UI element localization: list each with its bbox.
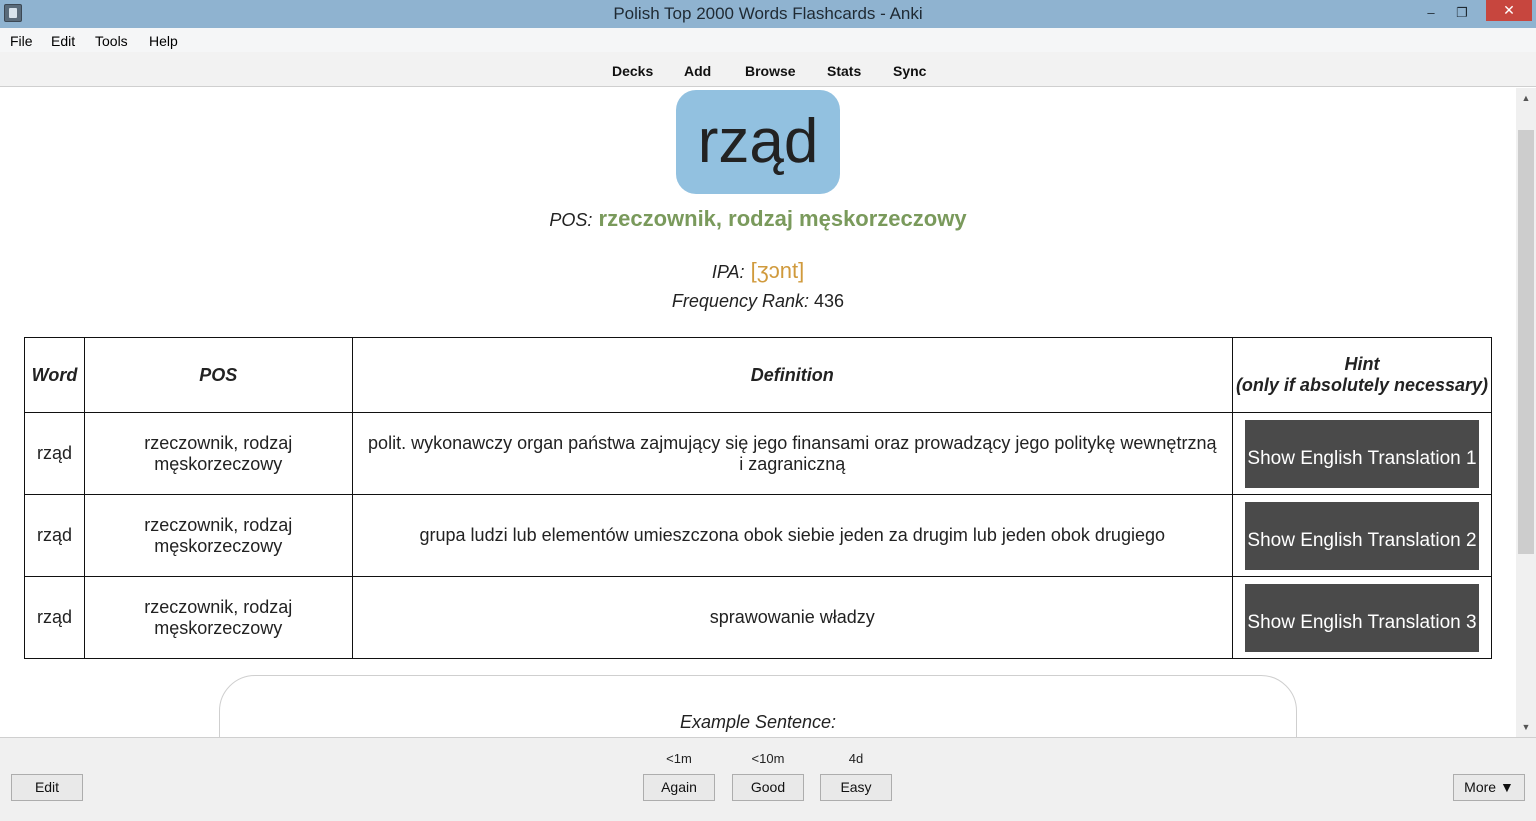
row-word: rząd	[23, 412, 86, 495]
toolbar-sync[interactable]: Sync	[893, 61, 926, 81]
header-definition: Definition	[351, 337, 1233, 413]
menu-bar: File Edit Tools Help	[0, 28, 1536, 52]
table-row: rząd rzeczownik, rodzaj męskorzeczowy gr…	[23, 494, 1493, 577]
header-pos: POS	[84, 337, 353, 413]
row-word: rząd	[23, 576, 86, 659]
menu-help[interactable]: Help	[147, 31, 180, 51]
row-hint-cell: Show English Translation 1	[1231, 412, 1493, 495]
row-pos: rzeczownik, rodzaj męskorzeczowy	[84, 494, 353, 577]
definitions-table: Word POS Definition Hint (only if absolu…	[23, 337, 1493, 659]
card-view: rząd POS: rzeczownik, rodzaj męskorzeczo…	[0, 88, 1516, 737]
maximize-button[interactable]: ❐	[1448, 0, 1476, 26]
menu-file[interactable]: File	[8, 31, 35, 51]
again-interval: <1m	[666, 751, 692, 766]
pos-label: POS:	[549, 210, 593, 230]
toolbar-stats[interactable]: Stats	[827, 61, 861, 81]
again-button[interactable]: Again	[643, 774, 715, 801]
title-bar[interactable]: Polish Top 2000 Words Flashcards - Anki …	[0, 0, 1536, 28]
scroll-thumb[interactable]	[1518, 130, 1534, 554]
row-hint-cell: Show English Translation 2	[1231, 494, 1493, 577]
ipa-value: [ʒɔnt]	[750, 258, 805, 283]
row-word: rząd	[23, 494, 86, 577]
anki-window: Polish Top 2000 Words Flashcards - Anki …	[0, 0, 1536, 821]
pos-line: POS: rzeczownik, rodzaj męskorzeczowy	[0, 206, 1516, 232]
row-hint-cell: Show English Translation 3	[1231, 576, 1493, 659]
table-header-row: Word POS Definition Hint (only if absolu…	[23, 337, 1493, 413]
header-hint-title: Hint	[1344, 354, 1380, 374]
card-word: rząd	[676, 90, 840, 194]
header-hint-note: (only if absolutely necessary)	[1235, 375, 1489, 395]
row-definition: polit. wykonawczy organ państwa zajmując…	[351, 412, 1233, 495]
ipa-line: IPA: [ʒɔnt]	[0, 258, 1516, 284]
show-translation-2-button[interactable]: Show English Translation 2	[1244, 501, 1479, 570]
table-row: rząd rzeczownik, rodzaj męskorzeczowy po…	[23, 412, 1493, 495]
pos-value: rzeczownik, rodzaj męskorzeczowy	[598, 206, 967, 231]
more-button[interactable]: More ▼	[1453, 774, 1525, 801]
frequency-value: 436	[814, 291, 845, 311]
close-button[interactable]: ✕	[1486, 0, 1532, 21]
show-translation-3-button[interactable]: Show English Translation 3	[1244, 583, 1479, 652]
toolbar-decks[interactable]: Decks	[612, 61, 653, 81]
vertical-scrollbar[interactable]: ▲ ▼	[1516, 88, 1536, 737]
row-definition: grupa ludzi lub elementów umieszczona ob…	[351, 494, 1233, 577]
frequency-line: Frequency Rank: 436	[0, 291, 1516, 312]
scroll-up-arrow-icon[interactable]: ▲	[1516, 91, 1536, 105]
table-row: rząd rzeczownik, rodzaj męskorzeczowy sp…	[23, 576, 1493, 659]
row-pos: rzeczownik, rodzaj męskorzeczowy	[84, 412, 353, 495]
header-word: Word	[23, 337, 86, 413]
row-definition: sprawowanie władzy	[351, 576, 1233, 659]
answer-bar: Edit <1m <10m 4d Again Good Easy More ▼	[0, 737, 1536, 821]
toolbar-browse[interactable]: Browse	[745, 61, 796, 81]
easy-button[interactable]: Easy	[820, 774, 892, 801]
header-hint: Hint (only if absolutely necessary)	[1231, 337, 1493, 413]
menu-edit[interactable]: Edit	[49, 31, 77, 51]
easy-interval: 4d	[848, 751, 864, 766]
main-toolbar: Decks Add Browse Stats Sync	[0, 52, 1536, 87]
good-interval: <10m	[751, 751, 785, 766]
row-pos: rzeczownik, rodzaj męskorzeczowy	[84, 576, 353, 659]
minimize-button[interactable]: –	[1418, 0, 1444, 26]
ipa-label: IPA:	[711, 262, 745, 282]
window-title: Polish Top 2000 Words Flashcards - Anki	[613, 4, 923, 23]
menu-tools[interactable]: Tools	[93, 31, 130, 51]
toolbar-add[interactable]: Add	[684, 61, 711, 81]
show-translation-1-button[interactable]: Show English Translation 1	[1244, 419, 1479, 488]
edit-button[interactable]: Edit	[11, 774, 83, 801]
example-sentence-label: Example Sentence:	[679, 712, 837, 732]
good-button[interactable]: Good	[732, 774, 804, 801]
frequency-label: Frequency Rank:	[671, 291, 809, 311]
scroll-down-arrow-icon[interactable]: ▼	[1516, 720, 1536, 734]
